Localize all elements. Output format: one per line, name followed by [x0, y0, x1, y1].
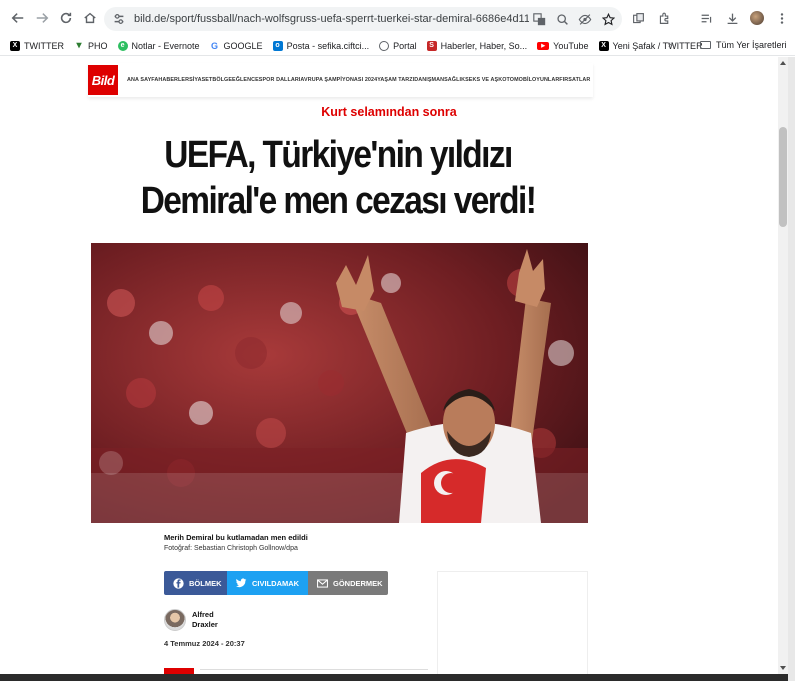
facebook-icon	[173, 577, 184, 589]
bookmarks-bar: X TWITTER ▾ PHO e Notlar - Evernote G GO…	[0, 36, 795, 56]
headline-line-1: UEFA, Türkiye'nin yıldızı	[164, 134, 513, 176]
bild-logo[interactable]: Bild	[88, 65, 118, 95]
extension-puzzle-icon[interactable]	[630, 10, 646, 26]
photo-caption: Merih Demiral bu kutlamadan men edildi	[164, 533, 308, 542]
scroll-down-arrow-icon[interactable]	[780, 666, 786, 670]
folder-icon	[700, 41, 711, 49]
x-icon: X	[598, 40, 609, 51]
download-icon[interactable]	[724, 10, 740, 26]
advertisement-placeholder	[437, 571, 588, 674]
share-email-button[interactable]: GÖNDERMEK	[308, 571, 388, 595]
bookmark-google[interactable]: G GOOGLE	[210, 41, 263, 51]
os-taskbar	[0, 674, 788, 681]
globe-icon	[379, 40, 390, 51]
news-icon: S	[426, 40, 437, 51]
scroll-thumb[interactable]	[779, 127, 787, 227]
share-buttons: BÖLMEK CIVILDAMAK GÖNDERMEK	[164, 571, 388, 595]
reading-list-icon[interactable]	[698, 10, 714, 26]
outlook-icon: o	[272, 40, 283, 51]
article-photo[interactable]	[91, 243, 588, 523]
author-avatar	[164, 609, 186, 631]
page-scrollbar[interactable]	[778, 57, 788, 674]
x-icon: X	[10, 40, 20, 51]
headline-line-2: Demiral'e men cezası verdi!	[140, 180, 537, 222]
profile-avatar[interactable]	[750, 11, 764, 25]
reload-icon[interactable]	[54, 6, 78, 30]
author-name: Alfred Draxler	[192, 610, 218, 629]
scroll-up-arrow-icon[interactable]	[780, 61, 786, 65]
address-bar[interactable]: bild.de/sport/fussball/nach-wolfsgruss-u…	[104, 7, 622, 31]
all-bookmarks-folder[interactable]: Tüm Yer İşaretleri	[700, 40, 787, 50]
publish-date: 4 Temmuz 2024 - 20:37	[164, 639, 245, 648]
youtube-icon: ▶	[537, 41, 550, 50]
more-menu-icon[interactable]	[774, 10, 790, 26]
site-settings-icon[interactable]	[112, 12, 126, 26]
eye-off-icon[interactable]	[577, 11, 593, 27]
extensions-icon[interactable]	[656, 10, 672, 26]
article-kicker: Kurt selamından sonra	[321, 105, 457, 119]
share-facebook-button[interactable]: BÖLMEK	[164, 571, 227, 595]
leaf-icon: ▾	[76, 40, 82, 51]
bookmark-yeni-safak[interactable]: X Yeni Şafak / TWITTER	[598, 40, 703, 51]
bookmark-twitter[interactable]: X TWITTER	[10, 40, 64, 51]
window-edge	[788, 57, 795, 681]
envelope-icon	[317, 578, 328, 589]
evernote-icon: e	[117, 40, 128, 51]
section-divider	[200, 669, 428, 670]
photo-credit: Fotoğraf: Sebastian Christoph Gollnow/dp…	[164, 545, 298, 552]
translate-icon[interactable]	[531, 11, 547, 27]
site-nav-links[interactable]: ANA SAYFAHABERLERSİYASETBÖLGEEĞLENCESPOR…	[127, 77, 590, 83]
bookmark-pho[interactable]: ▾ PHO	[74, 40, 107, 51]
bookmark-portal[interactable]: Portal	[379, 40, 417, 51]
zoom-icon[interactable]	[554, 11, 570, 27]
bookmark-youtube[interactable]: ▶ YouTube	[537, 41, 589, 51]
google-icon: G	[211, 40, 219, 51]
bookmark-posta[interactable]: o Posta - sefika.ciftci...	[272, 40, 369, 51]
bookmarks-overflow-chevron-icon[interactable]: »	[668, 39, 674, 50]
home-icon[interactable]	[78, 6, 102, 30]
forward-arrow-icon[interactable]	[30, 6, 54, 30]
player-celebration-image	[91, 243, 588, 523]
site-navigation: Bild ANA SAYFAHABERLERSİYASETBÖLGEEĞLENC…	[88, 63, 593, 97]
share-twitter-button[interactable]: CIVILDAMAK	[227, 571, 308, 595]
page-content: Bild ANA SAYFAHABERLERSİYASETBÖLGEEĞLENC…	[0, 57, 778, 674]
back-arrow-icon[interactable]	[6, 6, 30, 30]
author-block[interactable]: Alfred Draxler	[164, 609, 222, 631]
browser-toolbar: bild.de/sport/fussball/nach-wolfsgruss-u…	[0, 0, 795, 36]
bookmark-evernote[interactable]: e Notlar - Evernote	[117, 40, 200, 51]
url-text[interactable]: bild.de/sport/fussball/nach-wolfsgruss-u…	[134, 13, 529, 25]
bookmark-haberler[interactable]: S Haberler, Haber, So...	[426, 40, 527, 51]
article-headline: UEFA, Türkiye'nin yıldızı Demiral'e men …	[118, 132, 558, 224]
twitter-bird-icon	[236, 578, 247, 589]
bookmark-star-icon[interactable]	[600, 11, 616, 27]
